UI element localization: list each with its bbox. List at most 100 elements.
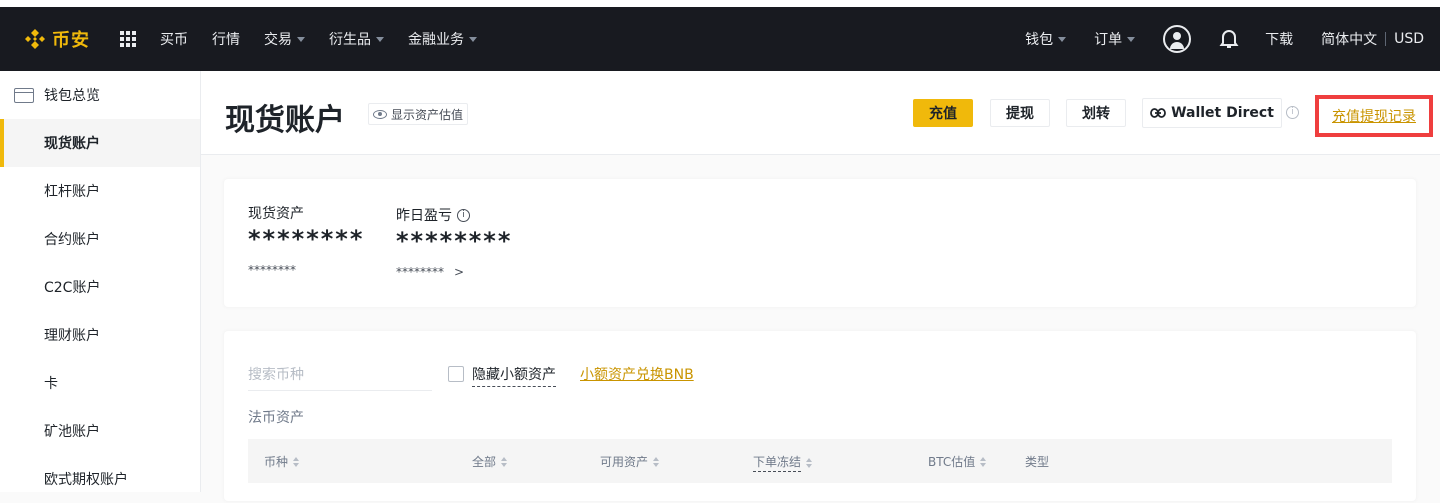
- hide-small-checkbox[interactable]: [448, 366, 464, 382]
- top-navbar: 币安 买币 行情 交易 衍生品 金融业务 钱包 订单 下载 简体中文 USD: [0, 7, 1440, 71]
- nav-trade[interactable]: 交易: [264, 29, 305, 49]
- sidebar-item-options[interactable]: 欧式期权账户: [0, 455, 200, 503]
- col-coin[interactable]: 币种: [264, 453, 300, 470]
- col-total[interactable]: 全部: [472, 453, 508, 470]
- nav-label: 买币: [160, 32, 188, 48]
- nav-label: 金融业务: [408, 32, 464, 48]
- pnl-fiat-text: ********: [396, 265, 444, 279]
- col-available[interactable]: 可用资产: [600, 453, 660, 470]
- withdraw-button[interactable]: 提现: [990, 99, 1050, 127]
- sidebar-item-earn[interactable]: 理财账户: [0, 311, 200, 359]
- col-label: 可用资产: [600, 455, 649, 469]
- sidebar-item-label: 欧式期权账户: [44, 472, 128, 488]
- records-highlight-box: 充值提现记录: [1315, 95, 1433, 137]
- spot-assets-label-text: 现货资产: [248, 206, 304, 222]
- wallet-icon: [14, 87, 34, 103]
- pnl-value: ********: [396, 227, 513, 255]
- sidebar-item-label: 卡: [44, 376, 58, 392]
- deposit-withdraw-history-link[interactable]: 充值提现记录: [1332, 106, 1416, 126]
- col-label: 全部: [472, 455, 497, 469]
- show-estimate-toggle[interactable]: 显示资产估值: [368, 103, 469, 125]
- sort-icon: [653, 456, 660, 467]
- fiat-assets-label: 法币资产: [248, 410, 304, 426]
- sidebar-item-label: 合约账户: [44, 232, 100, 248]
- nav-wallet[interactable]: 钱包: [1025, 29, 1067, 49]
- apps-grid-icon[interactable]: [120, 31, 136, 47]
- sidebar-item-spot[interactable]: 现货账户: [0, 119, 200, 167]
- sidebar-item-pool[interactable]: 矿池账户: [0, 407, 200, 455]
- deposit-button[interactable]: 充值: [913, 99, 973, 127]
- sidebar-item-wallet-overview[interactable]: 钱包总览: [0, 71, 200, 119]
- link-icon: [1150, 108, 1166, 118]
- caret-down-icon: [376, 36, 384, 42]
- sidebar-item-futures[interactable]: 合约账户: [0, 215, 200, 263]
- binance-logo-icon: [25, 29, 45, 49]
- currency-label[interactable]: USD: [1394, 31, 1424, 47]
- nav-derivatives[interactable]: 衍生品: [329, 29, 384, 49]
- hide-small-label[interactable]: 隐藏小额资产: [472, 364, 556, 387]
- nav-finance[interactable]: 金融业务: [408, 29, 477, 49]
- sidebar-item-label: 现货账户: [44, 136, 100, 152]
- show-estimate-label: 显示资产估值: [391, 107, 464, 122]
- nav-download[interactable]: 下载: [1265, 29, 1293, 49]
- nav-label: 下载: [1265, 32, 1294, 48]
- caret-down-icon: [469, 36, 477, 42]
- table-header: 币种 全部 可用资产 下单冻结 BTC估值 类型: [248, 439, 1392, 483]
- language-currency[interactable]: 简体中文 USD: [1321, 29, 1424, 49]
- nav-label: 行情: [212, 32, 240, 48]
- sidebar-item-label: 钱包总览: [44, 88, 100, 104]
- page-title: 现货账户: [225, 103, 345, 138]
- pnl-label: 昨日盈亏 i: [396, 205, 470, 225]
- wallet-direct-label: Wallet Direct: [1171, 105, 1274, 121]
- balance-summary-card: 现货资产 ******** ******** 昨日盈亏 i ******** *…: [224, 179, 1416, 307]
- wallet-direct-button[interactable]: Wallet Direct: [1142, 98, 1282, 128]
- sidebar-item-c2c[interactable]: C2C账户: [0, 263, 200, 311]
- sidebar-item-label: 理财账户: [44, 328, 100, 344]
- language-label[interactable]: 简体中文: [1321, 29, 1377, 49]
- nav-buy-crypto[interactable]: 买币: [160, 29, 188, 49]
- spot-assets-fiat: ********: [248, 263, 296, 277]
- nav-right: 钱包 订单 下载 简体中文 USD: [1025, 7, 1440, 71]
- caret-down-icon: [1058, 36, 1067, 42]
- sidebar-item-label: 矿池账户: [44, 424, 100, 440]
- col-btc-value[interactable]: BTC估值: [928, 453, 987, 470]
- assets-card: 隐藏小额资产 小额资产兑换BNB 法币资产 币种 全部 可用资产 下单冻结 BT…: [224, 331, 1416, 501]
- sidebar-item-margin[interactable]: 杠杆账户: [0, 167, 200, 215]
- spot-assets-label: 现货资产: [248, 203, 304, 223]
- nav-label: 衍生品: [329, 32, 371, 48]
- bell-icon[interactable]: [1219, 28, 1239, 50]
- top-strip: [0, 0, 1440, 7]
- info-icon[interactable]: i: [1286, 106, 1299, 119]
- info-icon[interactable]: i: [457, 208, 470, 222]
- spot-assets-value: ********: [248, 225, 365, 253]
- sidebar: 钱包总览 现货账户 杠杆账户 合约账户 C2C账户 理财账户 卡 矿池账户 欧式…: [0, 71, 201, 492]
- user-avatar-icon[interactable]: [1163, 25, 1192, 53]
- col-label: 类型: [1025, 455, 1050, 469]
- page-header: 现货账户 显示资产估值 充值 提现 划转 Wallet Direct i 充值提…: [201, 71, 1440, 155]
- col-in-order[interactable]: 下单冻结: [753, 453, 813, 472]
- nav-orders[interactable]: 订单: [1094, 29, 1136, 49]
- sort-icon: [293, 456, 300, 467]
- eye-icon: [373, 109, 387, 119]
- convert-small-bnb-link[interactable]: 小额资产兑换BNB: [580, 364, 694, 384]
- col-type: 类型: [1025, 453, 1049, 470]
- sort-icon: [806, 457, 813, 468]
- transfer-button[interactable]: 划转: [1066, 99, 1126, 127]
- nav-label: 钱包: [1025, 32, 1054, 48]
- search-input[interactable]: [248, 361, 432, 389]
- pnl-label-text: 昨日盈亏: [396, 208, 452, 224]
- caret-down-icon: [1127, 36, 1136, 42]
- sort-icon: [501, 456, 508, 467]
- sidebar-item-card[interactable]: 卡: [0, 359, 200, 407]
- divider: [1385, 32, 1387, 46]
- binance-logo[interactable]: 币安: [24, 26, 90, 52]
- sidebar-item-label: C2C账户: [44, 280, 101, 296]
- sort-icon: [980, 456, 987, 467]
- nav-markets[interactable]: 行情: [212, 29, 240, 49]
- chevron-right-icon: >: [454, 265, 465, 279]
- col-label: BTC估值: [928, 455, 976, 469]
- caret-down-icon: [297, 36, 305, 42]
- nav-label: 交易: [264, 32, 292, 48]
- search-box: [248, 361, 432, 391]
- pnl-fiat[interactable]: ******** >: [396, 265, 464, 279]
